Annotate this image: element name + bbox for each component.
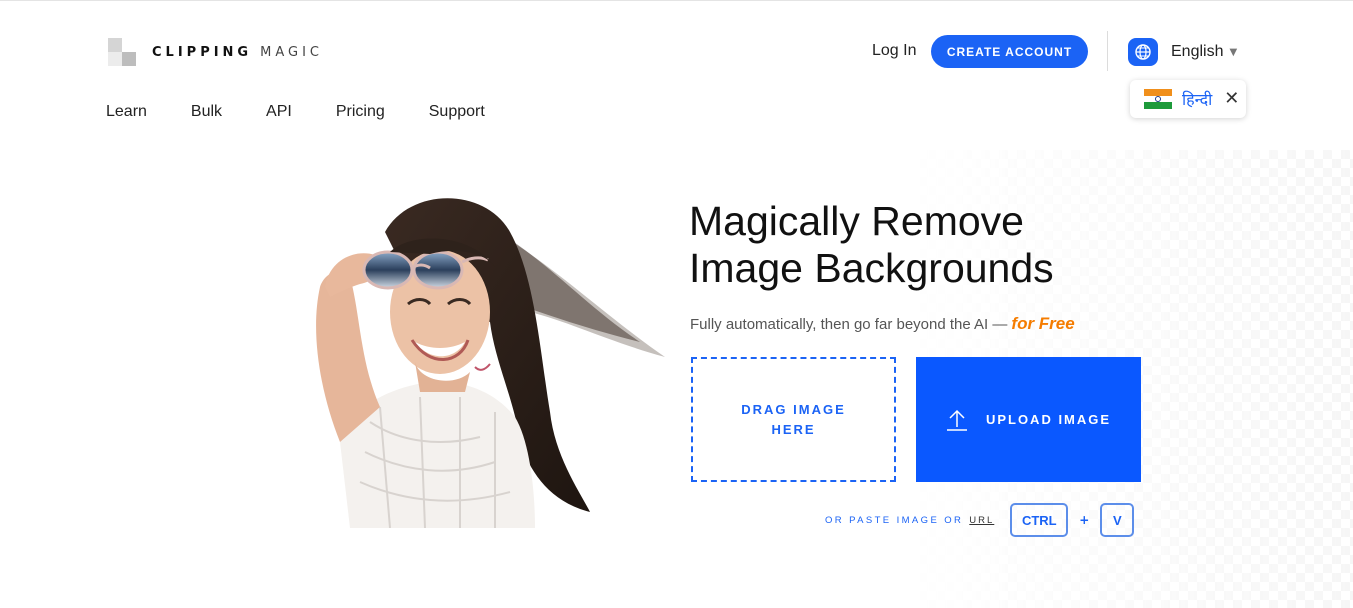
language-selector[interactable]: English ▼ [1128, 38, 1237, 66]
hero-headline: Magically Remove Image Backgrounds [689, 198, 1109, 292]
logo-text-bold: CLIPPING [152, 44, 253, 60]
paste-url-link[interactable]: URL [969, 515, 994, 526]
create-account-button[interactable]: CREATE ACCOUNT [931, 35, 1088, 68]
header-divider [1107, 31, 1108, 71]
language-label: English [1171, 43, 1224, 60]
paste-text: OR PASTE IMAGE OR [825, 514, 964, 526]
headline-line-1: Magically Remove [689, 198, 1024, 244]
drag-image-dropzone[interactable]: DRAG IMAGE HERE [691, 357, 896, 482]
tagline-emphasis: for Free [1011, 314, 1075, 333]
top-border [0, 0, 1353, 1]
key-v: V [1100, 503, 1135, 537]
nav-support[interactable]: Support [429, 103, 485, 121]
nav-pricing[interactable]: Pricing [336, 103, 385, 121]
chevron-down-icon: ▼ [1229, 46, 1238, 58]
upload-image-button[interactable]: UPLOAD IMAGE [916, 357, 1141, 482]
close-icon[interactable]: ✕ [1224, 90, 1239, 108]
logo-text: CLIPPING MAGIC [152, 45, 323, 60]
hero-woman-photo [316, 198, 665, 528]
clipping-magic-logo[interactable]: CLIPPING MAGIC [106, 36, 323, 68]
logo-mark-icon [106, 36, 138, 68]
tagline-text: Fully automatically, then go far beyond … [690, 316, 1008, 333]
login-link[interactable]: Log In [872, 42, 916, 60]
language-suggestion-popup: हिन्दी ✕ [1130, 80, 1246, 118]
language-suggestion-link[interactable]: हिन्दी [1182, 88, 1212, 110]
key-ctrl: CTRL [1010, 503, 1069, 537]
india-flag-icon [1144, 89, 1172, 110]
logo-text-light: MAGIC [260, 44, 323, 60]
headline-line-2: Image Backgrounds [689, 245, 1054, 291]
upload-image-label: UPLOAD IMAGE [985, 412, 1112, 427]
nav-bulk[interactable]: Bulk [191, 103, 222, 121]
drag-image-label: DRAG IMAGE HERE [741, 401, 846, 437]
paste-row: OR PASTE IMAGE OR URL CTRL + V [825, 503, 1135, 537]
main-nav: Learn Bulk API Pricing Support [106, 103, 529, 121]
upload-arrow-icon [946, 409, 967, 431]
nav-learn[interactable]: Learn [106, 103, 147, 121]
nav-api[interactable]: API [266, 103, 292, 121]
key-plus: + [1079, 513, 1090, 527]
hero-tagline: Fully automatically, then go far beyond … [690, 314, 1075, 334]
globe-icon [1128, 38, 1158, 66]
